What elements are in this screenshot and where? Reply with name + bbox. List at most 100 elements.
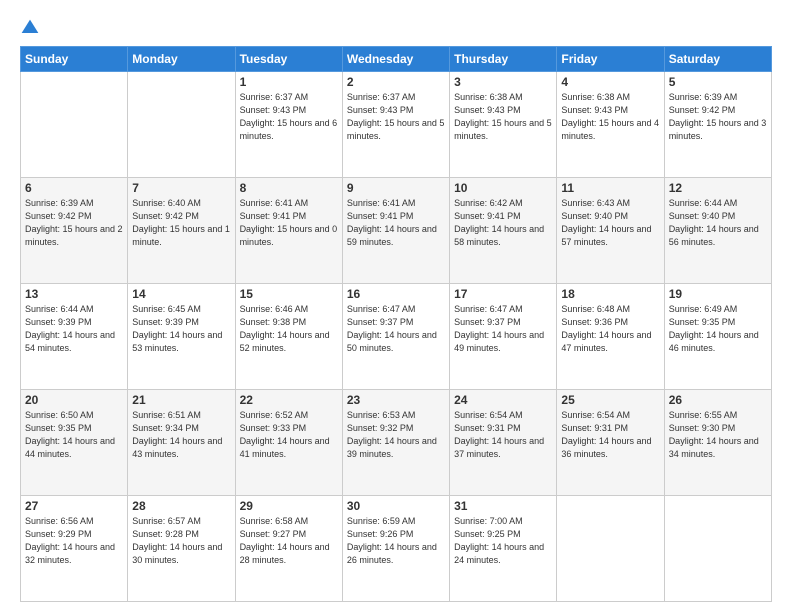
cell-info: Sunrise: 6:49 AM Sunset: 9:35 PM Dayligh… — [669, 303, 767, 355]
day-number: 15 — [240, 287, 338, 301]
calendar-cell: 24Sunrise: 6:54 AM Sunset: 9:31 PM Dayli… — [450, 390, 557, 496]
cell-info: Sunrise: 6:44 AM Sunset: 9:39 PM Dayligh… — [25, 303, 123, 355]
day-number: 14 — [132, 287, 230, 301]
cell-info: Sunrise: 6:37 AM Sunset: 9:43 PM Dayligh… — [240, 91, 338, 143]
day-number: 28 — [132, 499, 230, 513]
day-number: 16 — [347, 287, 445, 301]
cell-info: Sunrise: 6:54 AM Sunset: 9:31 PM Dayligh… — [561, 409, 659, 461]
day-number: 11 — [561, 181, 659, 195]
calendar-cell: 19 Sunrise: 6:49 AM Sunset: 9:35 PM Dayli… — [664, 284, 771, 390]
day-number: 21 — [132, 393, 230, 407]
calendar-cell: 22 Sunrise: 6:52 AM Sunset: 9:33 PM Dayli… — [235, 390, 342, 496]
cell-info: Sunrise: 6:45 AM Sunset: 9:39 PM Dayligh… — [132, 303, 230, 355]
calendar-cell: 7 Sunrise: 6:40 AM Sunset: 9:42 PM Daylig… — [128, 178, 235, 284]
cell-info: Sunrise: 6:47 AM Sunset: 9:37 PM Dayligh… — [347, 303, 445, 355]
day-number: 6 — [25, 181, 123, 195]
cell-info: Sunrise: 6:37 AM Sunset: 9:43 PM Dayligh… — [347, 91, 445, 143]
cell-info: Sunrise: 7:00 AM Sunset: 9:25 PM Dayligh… — [454, 515, 552, 567]
day-number: 8 — [240, 181, 338, 195]
day-number: 26 — [669, 393, 767, 407]
calendar-cell: 10 Sunrise: 6:42 AM Sunset: 9:41 PM Dayli… — [450, 178, 557, 284]
calendar-cell: 11 Sunrise: 6:43 AM Sunset: 9:40 PM Dayli… — [557, 178, 664, 284]
week-row-1: 1 Sunrise: 6:37 AM Sunset: 9:43 PM Daylig… — [21, 72, 772, 178]
weekday-header-wednesday: Wednesday — [342, 47, 449, 72]
calendar-cell: 26 Sunrise: 6:55 AM Sunset: 9:30 PM Dayli… — [664, 390, 771, 496]
cell-info: Sunrise: 6:40 AM Sunset: 9:42 PM Dayligh… — [132, 197, 230, 249]
day-number: 19 — [669, 287, 767, 301]
calendar-cell: 8 Sunrise: 6:41 AM Sunset: 9:41 PM Daylig… — [235, 178, 342, 284]
calendar-cell: 2 Sunrise: 6:37 AM Sunset: 9:43 PM Daylig… — [342, 72, 449, 178]
cell-info: Sunrise: 6:48 AM Sunset: 9:36 PM Dayligh… — [561, 303, 659, 355]
cell-info: Sunrise: 6:57 AM Sunset: 9:28 PM Dayligh… — [132, 515, 230, 567]
day-number: 25 — [561, 393, 659, 407]
cell-info: Sunrise: 6:55 AM Sunset: 9:30 PM Dayligh… — [669, 409, 767, 461]
day-number: 13 — [25, 287, 123, 301]
cell-info: Sunrise: 6:56 AM Sunset: 9:29 PM Dayligh… — [25, 515, 123, 567]
calendar-cell: 6 Sunrise: 6:39 AM Sunset: 9:42 PM Daylig… — [21, 178, 128, 284]
calendar-cell: 23 Sunrise: 6:53 AM Sunset: 9:32 PM Dayli… — [342, 390, 449, 496]
week-row-3: 13 Sunrise: 6:44 AM Sunset: 9:39 PM Dayli… — [21, 284, 772, 390]
calendar-cell: 5Sunrise: 6:39 AM Sunset: 9:42 PM Daylig… — [664, 72, 771, 178]
calendar-cell: 25 Sunrise: 6:54 AM Sunset: 9:31 PM Dayli… — [557, 390, 664, 496]
page: SundayMondayTuesdayWednesdayThursdayFrid… — [0, 0, 792, 612]
cell-info: Sunrise: 6:51 AM Sunset: 9:34 PM Dayligh… — [132, 409, 230, 461]
week-row-5: 27 Sunrise: 6:56 AM Sunset: 9:29 PM Dayli… — [21, 496, 772, 602]
cell-info: Sunrise: 6:46 AM Sunset: 9:38 PM Dayligh… — [240, 303, 338, 355]
cell-info: Sunrise: 6:59 AM Sunset: 9:26 PM Dayligh… — [347, 515, 445, 567]
calendar-cell: 20Sunrise: 6:50 AM Sunset: 9:35 PM Dayli… — [21, 390, 128, 496]
weekday-header-row: SundayMondayTuesdayWednesdayThursdayFrid… — [21, 47, 772, 72]
day-number: 1 — [240, 75, 338, 89]
cell-info: Sunrise: 6:41 AM Sunset: 9:41 PM Dayligh… — [240, 197, 338, 249]
day-number: 27 — [25, 499, 123, 513]
weekday-header-monday: Monday — [128, 47, 235, 72]
calendar-cell: 12 Sunrise: 6:44 AM Sunset: 9:40 PM Dayli… — [664, 178, 771, 284]
logo — [20, 16, 42, 38]
calendar-cell: 1 Sunrise: 6:37 AM Sunset: 9:43 PM Daylig… — [235, 72, 342, 178]
weekday-header-sunday: Sunday — [21, 47, 128, 72]
calendar-cell: 9Sunrise: 6:41 AM Sunset: 9:41 PM Daylig… — [342, 178, 449, 284]
calendar-cell: 29 Sunrise: 6:58 AM Sunset: 9:27 PM Dayli… — [235, 496, 342, 602]
day-number: 12 — [669, 181, 767, 195]
week-row-2: 6 Sunrise: 6:39 AM Sunset: 9:42 PM Daylig… — [21, 178, 772, 284]
calendar-cell: 16 Sunrise: 6:47 AM Sunset: 9:37 PM Dayli… — [342, 284, 449, 390]
day-number: 2 — [347, 75, 445, 89]
day-number: 30 — [347, 499, 445, 513]
logo-icon — [20, 18, 40, 38]
weekday-header-tuesday: Tuesday — [235, 47, 342, 72]
calendar-cell: 13 Sunrise: 6:44 AM Sunset: 9:39 PM Dayli… — [21, 284, 128, 390]
cell-info: Sunrise: 6:38 AM Sunset: 9:43 PM Dayligh… — [454, 91, 552, 143]
cell-info: Sunrise: 6:52 AM Sunset: 9:33 PM Dayligh… — [240, 409, 338, 461]
day-number: 10 — [454, 181, 552, 195]
day-number: 17 — [454, 287, 552, 301]
day-number: 4 — [561, 75, 659, 89]
cell-info: Sunrise: 6:39 AM Sunset: 9:42 PM Dayligh… — [669, 91, 767, 143]
day-number: 22 — [240, 393, 338, 407]
cell-info: Sunrise: 6:58 AM Sunset: 9:27 PM Dayligh… — [240, 515, 338, 567]
cell-info: Sunrise: 6:53 AM Sunset: 9:32 PM Dayligh… — [347, 409, 445, 461]
calendar-cell: 14 Sunrise: 6:45 AM Sunset: 9:39 PM Dayli… — [128, 284, 235, 390]
cell-info: Sunrise: 6:47 AM Sunset: 9:37 PM Dayligh… — [454, 303, 552, 355]
cell-info: Sunrise: 6:43 AM Sunset: 9:40 PM Dayligh… — [561, 197, 659, 249]
calendar-cell: 21 Sunrise: 6:51 AM Sunset: 9:34 PM Dayli… — [128, 390, 235, 496]
cell-info: Sunrise: 6:41 AM Sunset: 9:41 PM Dayligh… — [347, 197, 445, 249]
day-number: 29 — [240, 499, 338, 513]
calendar-table: SundayMondayTuesdayWednesdayThursdayFrid… — [20, 46, 772, 602]
weekday-header-thursday: Thursday — [450, 47, 557, 72]
cell-info: Sunrise: 6:39 AM Sunset: 9:42 PM Dayligh… — [25, 197, 123, 249]
cell-info: Sunrise: 6:42 AM Sunset: 9:41 PM Dayligh… — [454, 197, 552, 249]
cell-info: Sunrise: 6:54 AM Sunset: 9:31 PM Dayligh… — [454, 409, 552, 461]
week-row-4: 20Sunrise: 6:50 AM Sunset: 9:35 PM Dayli… — [21, 390, 772, 496]
day-number: 7 — [132, 181, 230, 195]
calendar-cell — [128, 72, 235, 178]
cell-info: Sunrise: 6:44 AM Sunset: 9:40 PM Dayligh… — [669, 197, 767, 249]
calendar-cell: 27 Sunrise: 6:56 AM Sunset: 9:29 PM Dayli… — [21, 496, 128, 602]
calendar-cell: 28 Sunrise: 6:57 AM Sunset: 9:28 PM Dayli… — [128, 496, 235, 602]
calendar-cell — [557, 496, 664, 602]
day-number: 23 — [347, 393, 445, 407]
cell-info: Sunrise: 6:38 AM Sunset: 9:43 PM Dayligh… — [561, 91, 659, 143]
day-number: 18 — [561, 287, 659, 301]
weekday-header-friday: Friday — [557, 47, 664, 72]
calendar-cell: 4 Sunrise: 6:38 AM Sunset: 9:43 PM Daylig… — [557, 72, 664, 178]
day-number: 3 — [454, 75, 552, 89]
calendar-cell: 31Sunrise: 7:00 AM Sunset: 9:25 PM Dayli… — [450, 496, 557, 602]
